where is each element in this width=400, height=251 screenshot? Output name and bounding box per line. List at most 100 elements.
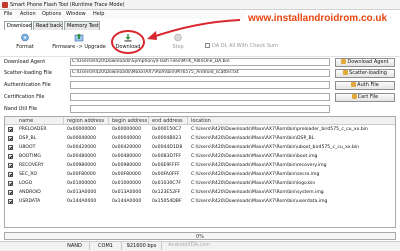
tab-download[interactable]: Download	[4, 21, 32, 30]
cell-region: 0x00F80000	[67, 172, 96, 177]
cell-location: C:\Users\R420\Downloads\Maxx\AX7\Rom\bin…	[191, 190, 324, 195]
tab-read-back[interactable]: Read back	[33, 21, 63, 30]
cell-location: C:\Users\R420\Downloads\Maxx\AX7\Rom\bin…	[191, 172, 320, 177]
site-watermark: AndroidXDA.com	[168, 242, 211, 248]
cell-begin: 0x00000000	[112, 127, 142, 132]
menu-action[interactable]: Action	[20, 11, 36, 17]
download-agent-button[interactable]: Download Agent	[335, 58, 395, 67]
nand-util-file-label: Nand Util File	[4, 106, 38, 112]
site-url-watermark: www.installandroidrom.co.uk	[248, 13, 388, 24]
scatter-loading-field[interactable]: C:\Users\R420\Downloads\Maxx\AX7\Rom\bin…	[70, 69, 330, 77]
row-checkbox[interactable]	[8, 199, 13, 204]
row-checkbox[interactable]	[8, 190, 13, 195]
checksum-checkbox-box[interactable]	[205, 43, 210, 48]
cell-end: 0x15054DBF	[152, 199, 182, 204]
cell-region: 0x144A0000	[67, 199, 97, 204]
upgrade-icon	[74, 33, 84, 42]
table-row[interactable]: LOGO 0x01000000 0x01000000 0x01030C7F C:\Use…	[5, 180, 395, 187]
row-checkbox[interactable]	[8, 136, 13, 141]
cell-region: 0x00040000	[67, 136, 97, 141]
format-label: Format	[16, 44, 34, 50]
menu-bar	[0, 10, 245, 19]
scatter-loading-label: Scatter-loading File	[4, 70, 52, 76]
cell-region: 0x00980000	[67, 163, 97, 168]
download-agent-field[interactable]: C:\Users\R420\Downloads\Symphony\Flash F…	[70, 58, 330, 66]
col-begin-address[interactable]: begin address	[112, 118, 147, 124]
table-row[interactable]: SEC_RO 0x00F80000 0x00F80000 0x00FA0FFF C:\U…	[5, 171, 395, 178]
menu-file[interactable]: File	[4, 11, 12, 17]
cell-end: 0x01030C7F	[152, 181, 182, 186]
cert-file-button[interactable]: Cert File	[335, 93, 395, 102]
authentication-file-field[interactable]	[70, 81, 330, 89]
table-row[interactable]: ANDROID 0x013A0000 0x013A0000 0x123E52FF C:\…	[5, 189, 395, 196]
tab-memory-test[interactable]: Memory Test	[64, 21, 100, 30]
cell-region: 0x00480000	[67, 154, 97, 159]
scatter-loading-button[interactable]: Scatter-loading	[335, 69, 395, 78]
cell-name: PRELOADER	[19, 127, 47, 132]
cell-begin: 0x00980000	[112, 163, 142, 168]
col-divider	[148, 117, 149, 125]
cell-begin: 0x00040000	[112, 136, 142, 141]
cell-begin: 0x00F80000	[112, 172, 141, 177]
row-checkbox[interactable]	[8, 145, 13, 150]
cell-name: BOOTIMG	[19, 154, 41, 159]
progress-bar: 0%	[4, 232, 396, 240]
cell-end: 0x0083D7FF	[152, 154, 182, 159]
cell-location: C:\Users\R420\Downloads\Maxx\AX7\Rom\bin…	[191, 181, 316, 186]
status-storage: NAND	[60, 242, 90, 250]
cert-file-button-label: Cert File	[357, 94, 379, 100]
cell-end: 0x000150C7	[152, 127, 182, 132]
cell-location: C:\Users\R420\Downloads\Maxx\AX7\Rom\bin…	[191, 127, 368, 132]
folder-icon	[351, 82, 357, 87]
row-checkbox[interactable]	[8, 172, 13, 177]
cell-end: 0x123E52FF	[152, 190, 181, 195]
table-row[interactable]: DSP_BL 0x00040000 0x00040000 0x0004B023 C:\U…	[5, 135, 395, 142]
cell-location: C:\Users\R420\Downloads\Maxx\AX7\Rom\bin…	[191, 145, 360, 150]
stop-icon	[174, 33, 182, 42]
cell-name: SEC_RO	[19, 172, 38, 177]
cell-end: 0x0004B023	[152, 136, 182, 141]
cell-name: LOGO	[19, 181, 33, 186]
folder-icon	[341, 59, 347, 64]
menu-help[interactable]: Help	[93, 11, 104, 17]
table-header: name region address begin address end ad…	[5, 117, 395, 125]
row-checkbox[interactable]	[8, 127, 13, 132]
auth-file-button[interactable]: Auth File	[335, 81, 395, 90]
download-agent-label: Download Agent	[4, 59, 46, 65]
app-logo-icon	[2, 2, 8, 8]
cell-begin: 0x144A0000	[112, 199, 142, 204]
col-location[interactable]: location	[191, 118, 211, 124]
table-row[interactable]: PRELOADER 0x00000000 0x00000000 0x000150C7 C…	[5, 126, 395, 133]
table-row[interactable]: BOOTIMG 0x00480000 0x00480000 0x0083D7FF C:\…	[5, 153, 395, 160]
cell-location: C:\Users\R420\Downloads\Maxx\AX7\Rom\bin…	[191, 163, 327, 168]
row-checkbox[interactable]	[8, 181, 13, 186]
col-divider	[108, 117, 109, 125]
cell-location: C:\Users\R420\Downloads\Maxx\AX7\Rom\bin…	[191, 154, 318, 159]
col-end-address[interactable]: end address	[152, 118, 183, 124]
download-agent-button-label: Download Agent	[347, 59, 389, 65]
menu-options[interactable]: Options	[42, 11, 61, 17]
checksum-checkbox-label: DA DL All With Check Sum	[212, 43, 278, 49]
nand-util-file-field[interactable]	[70, 105, 330, 113]
cell-begin: 0x01000000	[112, 181, 142, 186]
cell-name: USRDATA	[19, 199, 41, 204]
status-baud: 921600 bps	[122, 242, 162, 250]
row-checkbox[interactable]	[8, 154, 13, 159]
certification-file-label: Certification File	[4, 94, 45, 100]
firmware-upgrade-button[interactable]: Firmware -> Upgrade	[50, 33, 108, 50]
checksum-checkbox[interactable]: DA DL All With Check Sum	[205, 43, 278, 49]
table-row[interactable]: RECOVERY 0x00980000 0x00980000 0x00E9FFFF C:…	[5, 162, 395, 169]
table-row[interactable]: UBOOT 0x00420000 0x00420000 0x0044D1D8 C:\Us…	[5, 144, 395, 151]
format-button[interactable]: Format	[12, 33, 38, 50]
menu-window[interactable]: Window	[66, 11, 86, 17]
cell-name: UBOOT	[19, 145, 36, 150]
stop-button[interactable]: Stop	[167, 33, 189, 50]
col-region-address[interactable]: region address	[67, 118, 104, 124]
certification-file-field[interactable]	[70, 93, 330, 101]
cell-end: 0x0044D1D8	[152, 145, 183, 150]
window-title: Smart Phone Flash Tool (Runtime Trace Mo…	[10, 2, 125, 8]
table-row[interactable]: USRDATA 0x144A0000 0x144A0000 0x15054DBF C:\…	[5, 198, 395, 205]
col-name[interactable]: name	[19, 118, 33, 124]
cell-begin: 0x00480000	[112, 154, 142, 159]
row-checkbox[interactable]	[8, 163, 13, 168]
